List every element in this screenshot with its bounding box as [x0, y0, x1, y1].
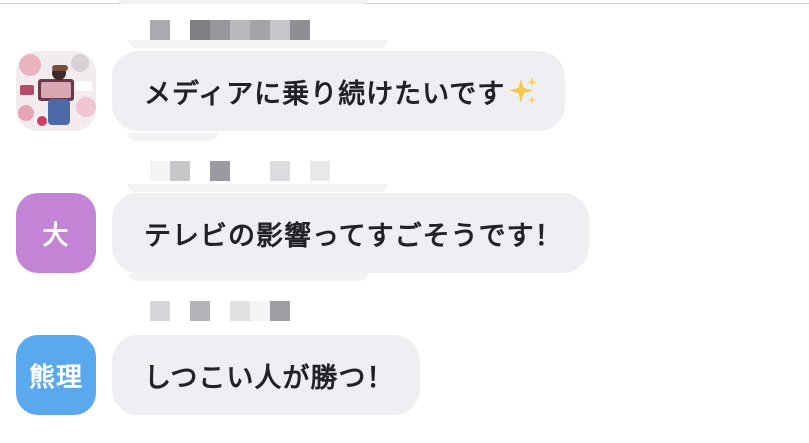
mosaic-block: [250, 161, 270, 181]
mosaic-block: [230, 20, 250, 40]
message-text: メディアに乗り続けたいです: [144, 78, 506, 110]
mosaic-block: [190, 20, 210, 40]
mosaic-block: [310, 161, 330, 181]
mosaic-block: [230, 161, 250, 181]
mosaic-block: [270, 161, 290, 181]
avatar-initial: 熊理: [28, 362, 83, 393]
mosaic-block: [250, 20, 270, 40]
photo-avatar-icon[interactable]: [16, 51, 96, 131]
sparkles-icon: [507, 75, 539, 107]
mosaic-block: [190, 161, 210, 181]
mosaic-block: [170, 161, 190, 181]
sender-name-redacted: [150, 20, 310, 40]
mosaic-block: [270, 20, 290, 40]
mosaic-block: [150, 161, 170, 181]
sender-name-redacted: [150, 161, 330, 181]
message-bubble[interactable]: しつこい人が勝つ！: [112, 335, 421, 415]
sender-name-redacted: [150, 301, 290, 321]
avatar-photo: [16, 51, 96, 131]
mosaic-block: [250, 301, 270, 321]
avatar-initial: 大: [42, 220, 70, 251]
mosaic-block: [290, 20, 310, 40]
message-text: しつこい人が勝つ！: [144, 362, 395, 394]
bubble-shadow: [128, 133, 218, 141]
bubble-shadow: [128, 40, 388, 48]
mosaic-block: [230, 301, 250, 321]
mosaic-block: [150, 20, 170, 40]
bubble-shadow: [128, 273, 368, 281]
mosaic-block: [270, 301, 290, 321]
mosaic-block: [190, 301, 210, 321]
bubble-shadow: [128, 184, 388, 192]
text-avatar[interactable]: 大: [16, 193, 96, 273]
mosaic-block: [210, 161, 230, 181]
message-text: テレビの影響ってすごそうです！: [144, 220, 563, 252]
mosaic-block: [210, 301, 230, 321]
mosaic-block: [170, 20, 190, 40]
mosaic-block: [290, 161, 310, 181]
mosaic-block: [210, 20, 230, 40]
mosaic-block: [150, 301, 170, 321]
text-avatar[interactable]: 熊理: [16, 335, 96, 415]
message-bubble[interactable]: テレビの影響ってすごそうです！: [112, 193, 589, 273]
mosaic-block: [170, 301, 190, 321]
previous-bubble-edge: [118, 0, 368, 4]
chat-screen: メディアに乗り続けたいです 大 テレビの影響ってすごそうです！ 熊理 しつこい人…: [0, 0, 809, 443]
message-bubble[interactable]: メディアに乗り続けたいです: [112, 51, 566, 131]
